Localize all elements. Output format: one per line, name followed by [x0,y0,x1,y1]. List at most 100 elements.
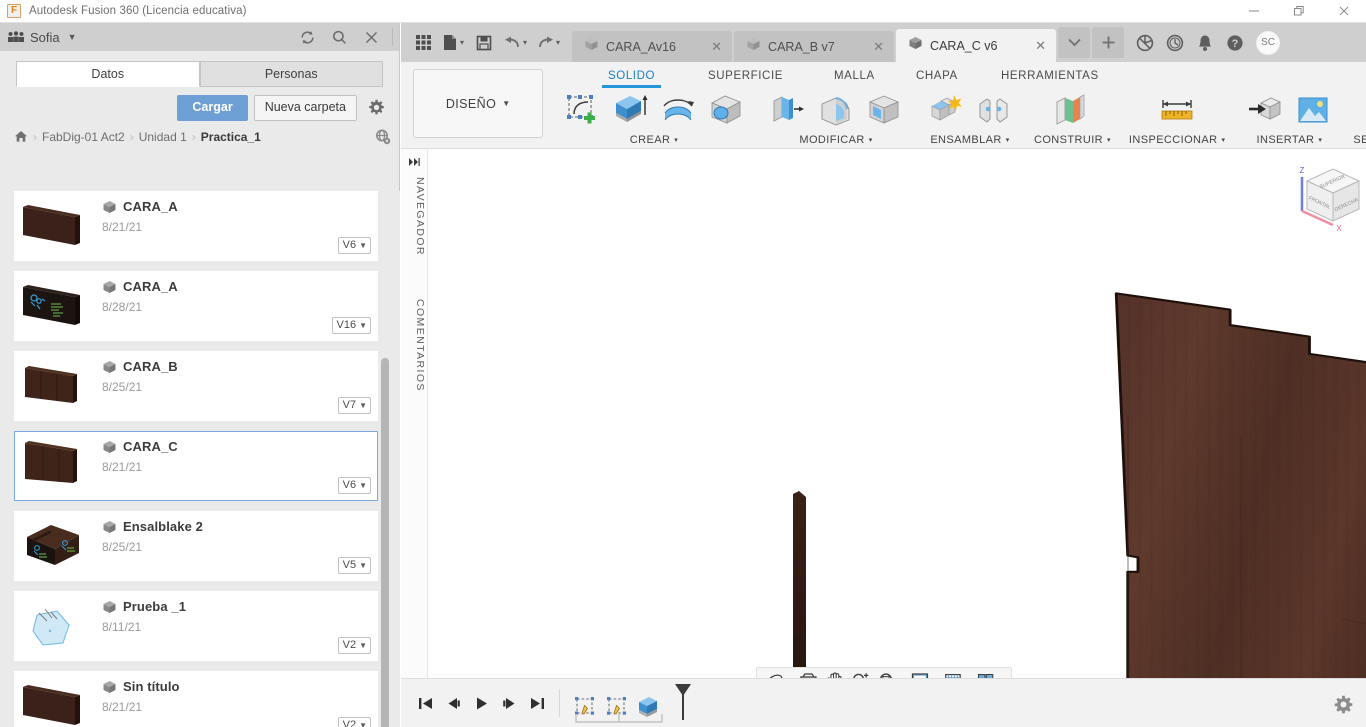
tab-chapa[interactable]: CHAPA [916,70,958,82]
close-icon[interactable]: ✕ [695,40,722,53]
new-tab-plus-icon[interactable] [1092,27,1124,58]
save-icon[interactable] [470,28,498,58]
data-panel-icon[interactable] [1132,30,1158,56]
grid-apps-icon[interactable] [409,28,437,58]
version-badge[interactable]: V7 ▼ [338,397,371,414]
undo-icon[interactable]: ▾ [500,28,531,58]
version-badge[interactable]: V2 ▼ [338,717,371,727]
version-badge[interactable]: V6 ▼ [338,237,371,254]
group-label-text: MODIFICAR [799,134,864,146]
step-back-icon[interactable] [441,690,465,716]
globe-icon[interactable] [375,129,391,145]
ribbon-group-label[interactable]: INSPECCIONAR ▾ [1129,134,1225,146]
go-to-beginning-icon[interactable] [413,690,437,716]
shell-icon[interactable] [862,89,906,131]
file-list-scrollbar[interactable] [381,191,389,727]
play-icon[interactable] [469,690,493,716]
sphere-icon[interactable] [704,89,748,131]
group-label-text: ENSAMBLAR [930,134,1001,146]
chevron-down-icon[interactable]: ▾ [460,38,464,47]
viewport-3d[interactable]: NAVEGADOR COMENTARIOS [401,149,1366,701]
minimize-button[interactable] [1231,0,1276,23]
version-label: V6 [343,479,356,492]
close-button[interactable] [1321,0,1366,23]
version-badge[interactable]: V6 ▼ [338,477,371,494]
chevron-down-icon[interactable]: ▾ [556,38,560,47]
maximize-button[interactable] [1276,0,1321,23]
scrollbar-thumb[interactable] [381,358,389,727]
timeline-marker-icon[interactable] [672,682,694,722]
home-icon[interactable] [14,130,28,143]
header-divider [392,28,393,46]
user-name[interactable]: Sofia [30,30,60,45]
new-component-icon[interactable] [924,89,968,131]
workspace-selector[interactable]: DISEÑO ▼ [413,69,543,138]
workspace-label: DISEÑO [446,97,496,111]
document-tab-cara-b[interactable]: CARA_B v7 ✕ [734,31,894,62]
close-icon[interactable]: ✕ [857,40,884,53]
file-list[interactable]: CARA_A 8/21/21 V6 ▼ [0,191,400,727]
version-badge[interactable]: V5 ▼ [338,557,371,574]
create-sketch-icon[interactable] [560,89,604,131]
document-tab-cara-c[interactable]: CARA_C v6 ✕ [896,29,1056,62]
fillet-icon[interactable] [814,89,858,131]
new-document-icon[interactable]: ▾ [439,28,468,58]
document-tab-cara-a[interactable]: CARA_Av16 ✕ [572,31,732,62]
tab-malla[interactable]: MALLA [834,70,875,82]
component-cube-icon [102,360,117,374]
ribbon-group-label[interactable]: ENSAMBLAR ▾ [930,134,1009,146]
version-badge[interactable]: V2 ▼ [338,637,371,654]
job-status-clock-icon[interactable] [1162,30,1188,56]
breadcrumb-item-project[interactable]: FabDig-01 Act2 [42,130,125,144]
list-item[interactable]: CARA_B 8/25/21 V7 ▼ [14,351,378,421]
user-menu-chevron-icon[interactable]: ▼ [68,32,77,42]
view-cube[interactable]: SUPERIOR FRONTAL DERECHA Z X [1300,166,1360,233]
gear-icon[interactable] [1330,691,1356,717]
search-icon[interactable] [324,24,354,50]
avatar[interactable]: SC [1256,31,1280,55]
list-item[interactable]: Prueba _1 8/11/21 V2 ▼ [14,591,378,661]
tab-personas[interactable]: Personas [200,61,384,87]
breadcrumb-item-unit[interactable]: Unidad 1 [139,130,187,144]
ribbon-group-label[interactable]: CONSTRUIR ▾ [1034,134,1111,146]
tab-solido[interactable]: SOLIDO [608,70,655,82]
list-item[interactable]: CARA_A 8/28/21 V16 ▼ [14,271,378,341]
file-date: 8/28/21 [102,300,371,314]
list-item[interactable]: Sin título 8/21/21 V2 ▼ [14,671,378,727]
close-panel-icon[interactable] [356,24,386,50]
notifications-bell-icon[interactable] [1192,30,1218,56]
redo-icon[interactable]: ▾ [533,28,564,58]
list-item-selected[interactable]: CARA_C 8/21/21 V6 ▼ [14,431,378,501]
insert-derive-icon[interactable] [1243,89,1287,131]
ribbon-group-label[interactable]: SELECCIONAR ▾ [1353,134,1366,146]
press-pull-icon[interactable] [766,89,810,131]
tab-herramientas[interactable]: HERRAMIENTAS [1001,70,1099,82]
refresh-icon[interactable] [292,24,322,50]
new-folder-button[interactable]: Nueva carpeta [254,95,357,121]
tab-superficie[interactable]: SUPERFICIE [708,70,783,82]
joint-icon[interactable] [972,89,1016,131]
ribbon-group-label[interactable]: INSERTAR ▾ [1257,134,1323,146]
model-3d-panel[interactable]: SUPERIOR FRONTAL DERECHA Z X [401,149,1366,701]
measure-icon[interactable] [1155,89,1199,131]
insert-canvas-icon[interactable] [1291,89,1335,131]
extrude-icon[interactable] [608,89,652,131]
construction-plane-icon[interactable] [1050,89,1094,131]
step-forward-icon[interactable] [497,690,521,716]
close-icon[interactable]: ✕ [1019,39,1046,52]
chevron-down-icon[interactable] [1058,27,1090,58]
file-info: CARA_A 8/28/21 V16 ▼ [89,272,377,340]
help-icon[interactable]: ? [1222,30,1248,56]
file-date: 8/25/21 [102,540,371,554]
list-item[interactable]: CARA_A 8/21/21 V6 ▼ [14,191,378,261]
tab-datos[interactable]: Datos [16,61,200,87]
upload-button[interactable]: Cargar [177,95,247,121]
gear-icon[interactable] [365,97,387,119]
list-item[interactable]: Ensalblake 2 8/25/21 V5 ▼ [14,511,378,581]
version-badge[interactable]: V16 ▼ [332,317,372,334]
ribbon-group-label[interactable]: MODIFICAR ▾ [799,134,872,146]
chevron-down-icon[interactable]: ▾ [523,38,527,47]
go-to-end-icon[interactable] [525,690,549,716]
ribbon-group-label[interactable]: CREAR ▾ [630,134,678,146]
revolve-icon[interactable] [656,89,700,131]
